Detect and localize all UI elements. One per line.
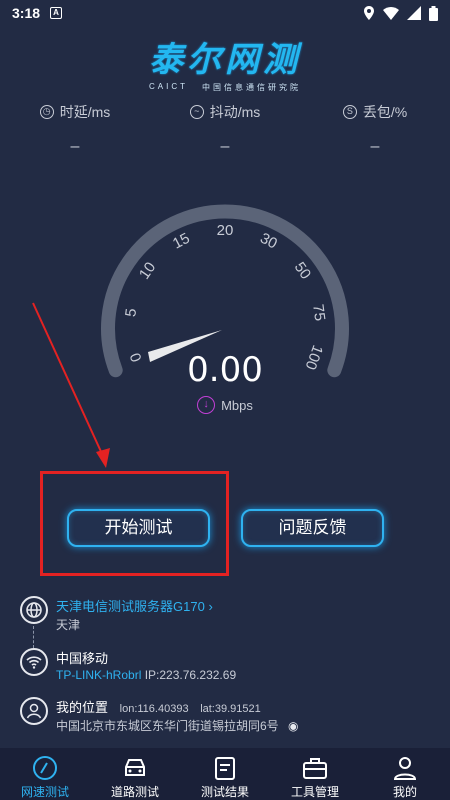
person-icon [20,697,48,725]
tab-results-label: 测试结果 [200,785,249,799]
chevron-right-icon[interactable]: › [208,599,212,614]
bottom-tab-bar: 网速测试 道路测试 测试结果 工具管理 我的 [0,748,450,800]
tab-speed-test-label: 网速测试 [20,785,69,799]
location-lon: lon:116.40393 [119,703,189,715]
location-address: 中国北京市东城区东华门街道锡拉胡同6号 [56,719,279,733]
wifi-circle-icon [20,648,48,676]
eye-icon[interactable]: ◉ [288,719,298,733]
car-icon [125,759,145,776]
tab-mine[interactable]: 我的 [360,748,450,800]
tab-speed-test[interactable]: 网速测试 [0,748,90,800]
tab-road-test-label: 道路测试 [110,785,159,799]
connector-line [33,626,34,648]
tab-tools[interactable]: 工具管理 [270,748,360,800]
tab-tools-label: 工具管理 [290,785,339,799]
tab-road-test[interactable]: 道路测试 [90,748,180,800]
server-city: 天津 [56,618,81,632]
server-name[interactable]: 天津电信测试服务器G170 [56,599,205,614]
tab-results[interactable]: 测试结果 [180,748,270,800]
clipboard-icon [215,757,235,780]
globe-icon [20,596,48,624]
network-ssid: TP-LINK-hRobrl [56,668,142,682]
network-carrier: 中国移动 [56,651,109,666]
network-ip: IP:223.76.232.69 [144,668,237,682]
user-icon [393,757,417,780]
toolbox-icon [303,758,327,779]
location-title: 我的位置 [56,700,109,715]
location-lat: lat:39.91521 [200,703,261,715]
tab-mine-label: 我的 [392,785,417,799]
speed-test-icon [33,756,57,780]
